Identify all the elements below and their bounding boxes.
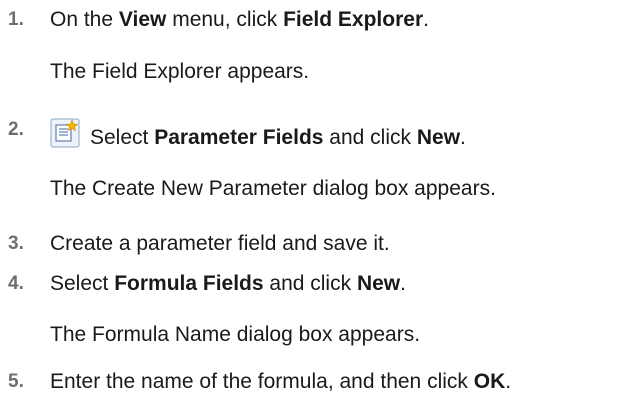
step-number: 3. — [8, 233, 24, 254]
step-number: 4. — [8, 273, 24, 294]
step-text: Select Formula Fields and click New. — [50, 272, 406, 295]
step-text: Enter the name of the formula, and then … — [50, 370, 512, 393]
new-item-icon — [50, 118, 80, 148]
step-number: 5. — [8, 371, 24, 392]
step-text: Select Parameter Fields and click New. — [90, 126, 466, 149]
step-result: The Field Explorer appears. — [50, 60, 310, 83]
step-number: 1. — [8, 9, 24, 30]
instruction-document: 1. On the View menu, click Field Explore… — [0, 0, 633, 397]
step-result: The Formula Name dialog box appears. — [50, 323, 421, 346]
step-text: Create a parameter field and save it. — [50, 232, 390, 255]
step-number: 2. — [8, 119, 24, 140]
step-text: On the View menu, click Field Explorer. — [50, 8, 429, 31]
step-result: The Create New Parameter dialog box appe… — [50, 177, 496, 200]
